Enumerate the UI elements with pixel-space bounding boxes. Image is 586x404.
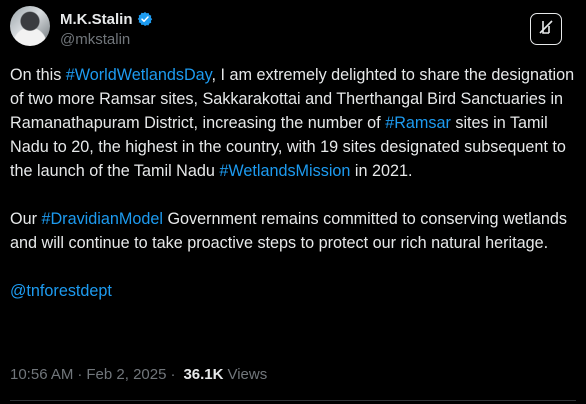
grok-icon bbox=[537, 18, 555, 41]
text-segment: in 2021. bbox=[350, 162, 413, 180]
display-name-row: M.K.Stalin bbox=[60, 10, 153, 28]
meta-separator: · bbox=[77, 366, 83, 383]
tweet-time[interactable]: 10:56 AM bbox=[10, 366, 73, 383]
author-handle[interactable]: @mkstalin bbox=[60, 31, 153, 48]
display-name[interactable]: M.K.Stalin bbox=[60, 11, 133, 28]
hashtag-ramsar[interactable]: #Ramsar bbox=[385, 114, 451, 132]
divider bbox=[10, 400, 576, 401]
tweet-meta: 10:56 AM · Feb 2, 2025 · 36.1K Views bbox=[10, 366, 267, 383]
tweet-header: M.K.Stalin @mkstalin bbox=[10, 6, 576, 50]
text-segment: On this bbox=[10, 66, 66, 84]
hashtag-worldwetlandsday[interactable]: #WorldWetlandsDay bbox=[66, 66, 212, 84]
author-names: M.K.Stalin @mkstalin bbox=[60, 10, 153, 48]
mention-tnforestdept[interactable]: @tnforestdept bbox=[10, 282, 112, 300]
grok-button[interactable] bbox=[530, 13, 562, 45]
hashtag-dravidianmodel[interactable]: #DravidianModel bbox=[41, 210, 162, 228]
verified-badge-icon bbox=[137, 11, 153, 27]
views-count[interactable]: 36.1K bbox=[183, 366, 223, 383]
hashtag-wetlandsmission[interactable]: #WetlandsMission bbox=[219, 162, 350, 180]
text-segment: Our bbox=[10, 210, 42, 228]
tweet-paragraph-3: @tnforestdept bbox=[10, 279, 576, 303]
tweet: M.K.Stalin @mkstalin On this #WorldWetla… bbox=[0, 0, 586, 404]
tweet-date[interactable]: Feb 2, 2025 bbox=[86, 366, 166, 383]
tweet-paragraph-2: Our #DravidianModel Government remains c… bbox=[10, 207, 576, 255]
tweet-text: On this #WorldWetlandsDay, I am extremel… bbox=[10, 63, 576, 327]
tweet-paragraph-1: On this #WorldWetlandsDay, I am extremel… bbox=[10, 63, 576, 183]
meta-separator: · bbox=[170, 366, 176, 383]
views-label: Views bbox=[227, 366, 268, 383]
avatar[interactable] bbox=[10, 6, 50, 46]
